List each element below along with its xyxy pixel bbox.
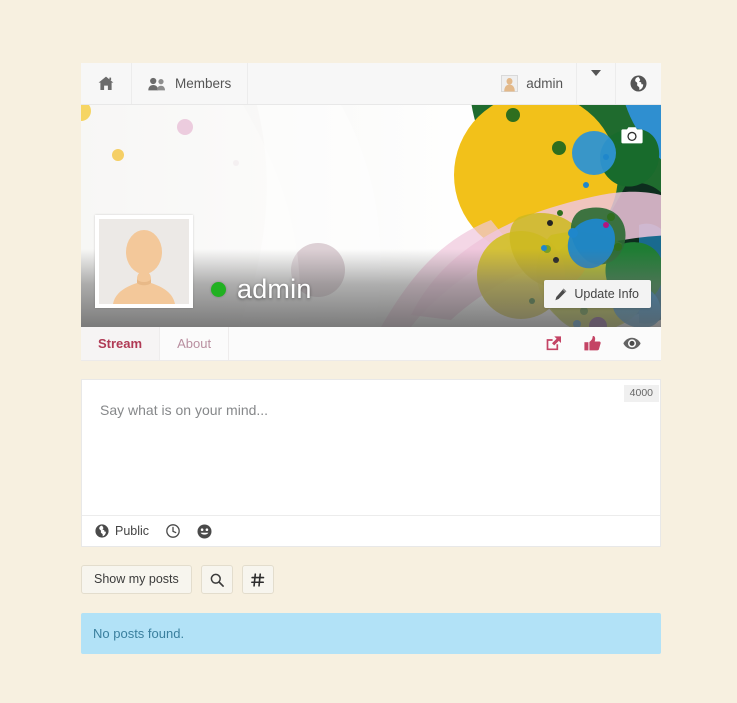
profile-display-name: admin (237, 274, 312, 304)
share-button[interactable] (546, 336, 562, 351)
post-input[interactable] (82, 380, 660, 510)
globe-icon (95, 524, 109, 538)
page-root: Members admin admin Update Info Stream A… (0, 0, 737, 703)
camera-icon (621, 126, 643, 145)
eye-icon (623, 337, 641, 350)
app-container: Members admin admin Update Info Stream A… (81, 63, 661, 654)
like-button[interactable] (584, 336, 601, 351)
visibility-selector[interactable]: Public (95, 524, 149, 538)
tab-about[interactable]: About (160, 327, 230, 360)
schedule-button[interactable] (166, 524, 180, 538)
stream-filter-row: Show my posts (81, 565, 661, 594)
hashtag-icon (250, 572, 265, 587)
profile-name-block: admin (211, 274, 312, 305)
nav-account-button[interactable]: admin (485, 63, 576, 104)
update-info-button[interactable]: Update Info (544, 280, 651, 308)
profile-picture[interactable] (95, 215, 193, 308)
composer-toolbar: Public (82, 515, 660, 546)
visibility-label: Public (115, 524, 150, 538)
navbar-left: Members (81, 63, 249, 104)
profile-cover: admin Update Info (81, 105, 661, 327)
emoji-button[interactable] (197, 524, 212, 539)
top-navbar: Members admin (81, 63, 661, 105)
globe-icon (630, 75, 647, 92)
stream-search-button[interactable] (200, 565, 233, 594)
nav-members-button[interactable]: Members (132, 63, 249, 104)
nav-members-label: Members (175, 76, 232, 91)
cover-camera-button[interactable] (620, 123, 644, 147)
tab-stream-label: Stream (98, 336, 143, 351)
navbar-right: admin (485, 63, 661, 104)
online-status-indicator (211, 282, 226, 297)
clock-icon (166, 524, 180, 538)
nav-home-button[interactable] (81, 63, 132, 104)
stream-empty-alert: No posts found. (81, 613, 661, 654)
users-icon (148, 77, 167, 91)
pencil-icon (554, 288, 567, 301)
search-icon (210, 573, 224, 587)
home-icon (98, 76, 114, 91)
nav-account-label: admin (526, 76, 563, 91)
stream-hashtag-button[interactable] (241, 565, 274, 594)
show-my-posts-button[interactable]: Show my posts (81, 565, 192, 594)
profile-tabbar: Stream About (81, 327, 661, 361)
tab-about-label: About (177, 336, 212, 351)
smiley-icon (197, 524, 212, 539)
update-info-label: Update Info (574, 287, 639, 301)
nav-language-button[interactable] (615, 63, 661, 104)
share-icon (546, 336, 562, 351)
thumbs-up-icon (584, 336, 601, 351)
post-composer: 4000 Public (81, 379, 661, 547)
character-counter: 4000 (623, 385, 659, 402)
avatar (99, 219, 189, 304)
tabbar-actions (546, 327, 661, 360)
views-button[interactable] (623, 337, 641, 350)
nav-account-dropdown[interactable] (576, 63, 615, 104)
user-avatar-icon (501, 75, 519, 92)
tab-stream[interactable]: Stream (81, 327, 161, 360)
